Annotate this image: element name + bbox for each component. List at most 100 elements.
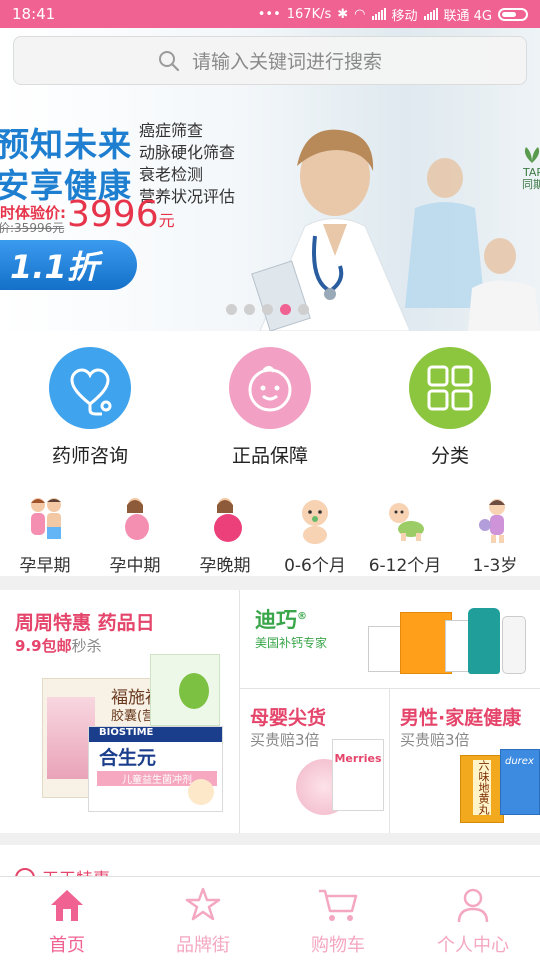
brand-logo: 迪巧®: [255, 604, 307, 634]
grid-icon[interactable]: [409, 347, 491, 429]
stage-label: 孕早期: [19, 556, 71, 576]
banner-price-unit: 元: [158, 211, 175, 230]
promo-baby-goods[interactable]: 母婴尖货 买贵赔3倍 Merries: [240, 689, 389, 833]
toddler-icon: [479, 499, 505, 543]
star-icon: [185, 887, 221, 921]
search-bar[interactable]: 请输入关键词进行搜索: [13, 36, 527, 85]
feature-label: 分类: [430, 445, 469, 467]
banner-price-value: 3996: [67, 194, 159, 235]
cart-icon: [319, 889, 358, 921]
stage-6-12-months[interactable]: 6-12个月: [360, 495, 450, 576]
bottom-tab-bar: 首页 品牌街 购物车 个人中心: [0, 876, 540, 960]
user-icon: [457, 888, 489, 923]
feature-label: 正品保障: [231, 445, 308, 467]
tab-label: 首页: [49, 935, 85, 956]
promo-weekly-sub: 9.9包邮秒杀: [15, 635, 102, 656]
brand-tagline: 美国补钙专家: [255, 636, 328, 650]
infant-icon: [302, 500, 328, 544]
tab-label: 个人中心: [437, 935, 509, 956]
brand-product-bottle-2: [502, 616, 526, 674]
stage-label: 6-12个月: [368, 556, 442, 576]
stethoscope-icon[interactable]: [49, 347, 131, 429]
carousel-dot[interactable]: [262, 304, 273, 315]
leaf-icon: [524, 147, 540, 163]
tab-profile[interactable]: 个人中心: [418, 885, 528, 957]
carrier-2: 联通 4G: [443, 8, 492, 24]
carousel-indicator[interactable]: [226, 304, 309, 315]
banner-logo-text: TAR 同斯: [522, 166, 540, 191]
tab-brand-street[interactable]: 品牌街: [148, 885, 258, 957]
banner-feature: 动脉硬化筛查: [139, 143, 236, 162]
promo-family-title: 男性·家庭健康: [400, 707, 522, 729]
battery-icon: [498, 7, 528, 21]
banner-discount-badge: 1.1折: [0, 240, 137, 290]
signal-icon: [371, 8, 386, 20]
biostime-name: 合生元: [99, 747, 157, 769]
feature-category[interactable]: 分类: [380, 347, 520, 468]
bluetooth-icon: ✱: [337, 6, 349, 22]
banner-feature: 衰老检测: [139, 165, 204, 184]
feature-authentic[interactable]: 正品保障: [200, 347, 340, 468]
carousel-dot[interactable]: [226, 304, 237, 315]
brand-reg: ®: [297, 611, 307, 622]
carousel-dot[interactable]: [298, 304, 309, 315]
carousel-dot[interactable]: [244, 304, 255, 315]
status-dots: •••: [257, 6, 281, 22]
tab-label: 购物车: [311, 935, 365, 956]
pregnant-icon: [125, 498, 149, 540]
promo-weekly-highlight: 9.9包邮: [15, 637, 72, 655]
biostime-brand: BIOSTIME: [89, 727, 222, 742]
banner-price: 3996元: [67, 194, 175, 235]
promo-brand-diqiao[interactable]: 迪巧® 美国补钙专家: [240, 590, 540, 688]
brand-name: 迪巧: [255, 608, 297, 632]
stage-late-pregnancy[interactable]: 孕晚期: [180, 495, 270, 576]
tab-cart[interactable]: 购物车: [283, 885, 393, 957]
brand-product-bottle: [468, 608, 500, 674]
tab-home[interactable]: 首页: [12, 885, 122, 957]
baby-face-icon[interactable]: [229, 347, 311, 429]
promo-family-health[interactable]: 男性·家庭健康 买贵赔3倍 六味地黄丸 durex: [390, 689, 540, 833]
carousel-dot-active[interactable]: [280, 304, 291, 315]
promo-baby-title: 母婴尖货: [250, 707, 327, 729]
promo-weekly-deals[interactable]: 周周特惠 药品日 9.9包邮秒杀 褔施福 胶囊(营养 BIOSTIME 合生元 …: [0, 590, 239, 833]
stage-label: 1-3岁: [472, 556, 518, 576]
banner-logo: TAR 同斯: [520, 146, 540, 191]
promo-family-sub: 买贵赔3倍: [400, 731, 470, 749]
promo-grid: 周周特惠 药品日 9.9包邮秒杀 褔施福 胶囊(营养 BIOSTIME 合生元 …: [0, 590, 540, 833]
carrier-1: 移动: [391, 8, 418, 24]
family-product-box: 六味地黄丸: [460, 755, 504, 823]
wifi-icon: ◠: [354, 6, 366, 22]
feature-pharmacist[interactable]: 药师咨询: [20, 347, 160, 468]
signal-icon-2: [423, 8, 438, 20]
stage-1-3-years[interactable]: 1-3岁: [450, 495, 540, 576]
home-icon: [51, 890, 83, 921]
stage-0-6-months[interactable]: 0-6个月: [270, 495, 360, 576]
banner-old-price: 价:35996元: [0, 221, 65, 235]
family-product-durex: durex: [500, 749, 540, 815]
feature-row: 药师咨询 正品保障 分类: [0, 331, 540, 481]
green-mascot: [179, 673, 209, 709]
search-placeholder[interactable]: 请输入关键词进行搜索: [192, 47, 382, 74]
crawling-baby-icon: [389, 503, 424, 541]
banner-carousel[interactable]: 请输入关键词进行搜索 预知未来 安享健康 癌症筛查 动脉硬化筛查 衰老检测 营养…: [0, 28, 540, 331]
status-bar: 18:41 ••• 167K/s ✱ ◠ 移动 联通 4G: [0, 0, 540, 28]
tab-label: 品牌街: [176, 935, 230, 956]
network-speed: 167K/s: [286, 6, 332, 22]
stage-label: 孕晚期: [199, 556, 251, 576]
banner-feature: 癌症筛查: [139, 121, 204, 140]
search-icon: [158, 50, 180, 71]
feature-label: 药师咨询: [51, 445, 128, 467]
pregnant-late-icon: [214, 498, 242, 542]
stage-mid-pregnancy[interactable]: 孕中期: [90, 495, 180, 576]
status-time: 18:41: [12, 5, 56, 23]
product-box-green: [150, 654, 220, 726]
promo-weekly-rest: 秒杀: [71, 637, 102, 655]
product-box-biostime: BIOSTIME 合生元 儿童益生菌冲剂: [88, 726, 223, 812]
patient-illustration: [405, 158, 540, 331]
stage-early-pregnancy[interactable]: 孕早期: [0, 495, 90, 576]
promo-weekly-title: 周周特惠 药品日: [15, 612, 155, 634]
stage-label: 孕中期: [109, 556, 161, 576]
stage-label: 0-6个月: [284, 556, 346, 576]
durex-label: durex: [505, 756, 534, 767]
merries-label: Merries: [334, 752, 382, 765]
